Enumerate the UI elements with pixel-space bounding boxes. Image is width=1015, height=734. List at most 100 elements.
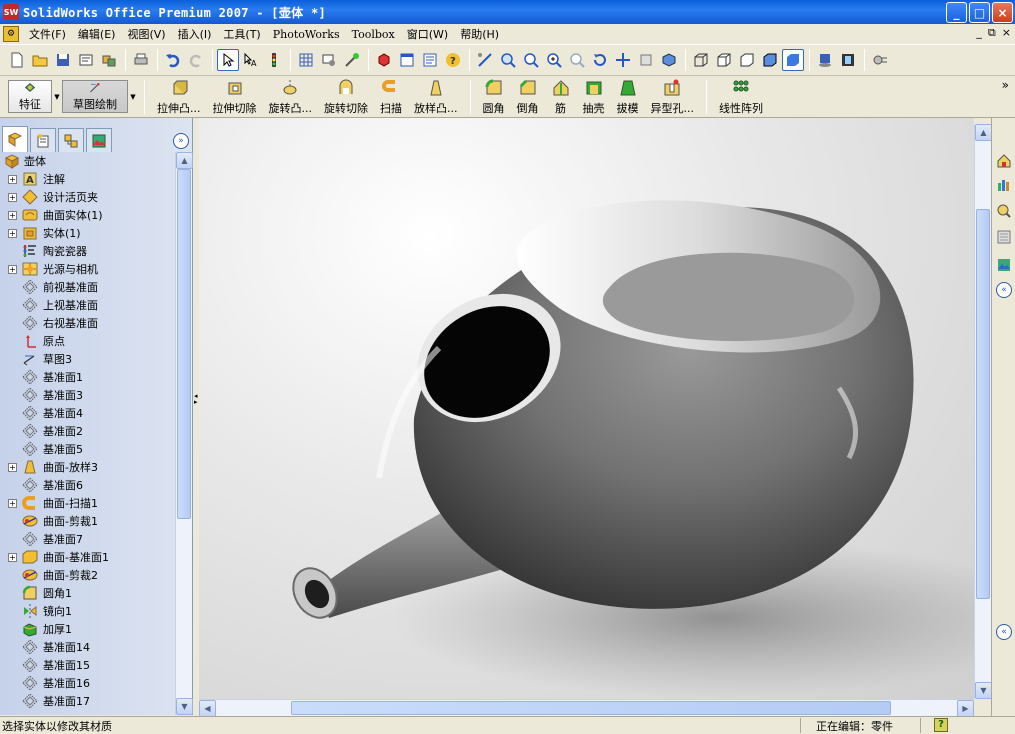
zoom-area-icon[interactable]	[520, 49, 542, 71]
rib-button[interactable]: 筋	[545, 76, 577, 117]
zoom-in-out-icon[interactable]	[543, 49, 565, 71]
wireframe-icon[interactable]	[690, 49, 712, 71]
tree-item[interactable]: 曲面-剪裁2	[0, 566, 175, 584]
tab-features[interactable]: 特征	[8, 80, 52, 113]
new-icon[interactable]	[6, 49, 28, 71]
maximize-button[interactable]: □	[969, 2, 990, 23]
shaded-with-edges-icon[interactable]	[759, 49, 781, 71]
task-pane-collapse-bottom-button[interactable]: «	[996, 624, 1012, 640]
select-other-icon[interactable]: A	[240, 49, 262, 71]
tab-sketch[interactable]: 草图绘制	[62, 80, 128, 113]
menu-insert[interactable]: 插入(I)	[172, 26, 218, 42]
chamfer-button[interactable]: 倒角	[511, 76, 545, 117]
minimize-button[interactable]: _	[946, 2, 967, 23]
tree-item[interactable]: 基准面3	[0, 386, 175, 404]
features-dropdown[interactable]: ▼	[52, 76, 62, 117]
grid-icon[interactable]	[295, 49, 317, 71]
viewport-scroll-right-button[interactable]: ▶	[957, 700, 974, 717]
teapot-model[interactable]	[199, 118, 974, 699]
tree-item[interactable]: 右视基准面	[0, 314, 175, 332]
viewport-scroll-up-button[interactable]: ▲	[975, 124, 992, 141]
tree-expand-icon[interactable]: +	[8, 264, 17, 274]
tree-item[interactable]: + 曲面-扫描1	[0, 494, 175, 512]
tree-item[interactable]: 陶瓷瓷器	[0, 242, 175, 260]
tree-expand-icon[interactable]: +	[8, 462, 17, 472]
view-palette-icon[interactable]	[995, 256, 1013, 274]
close-button[interactable]: ×	[992, 2, 1013, 23]
rebuild-icon[interactable]	[263, 49, 285, 71]
tab-photoworks-manager[interactable]	[86, 128, 112, 152]
doc-restore-button[interactable]: ⧉	[988, 26, 996, 40]
tree-item[interactable]: 加厚1	[0, 620, 175, 638]
extruded-cut-button[interactable]: 拉伸切除	[207, 76, 263, 117]
viewport-scroll-down-button[interactable]: ▼	[975, 682, 992, 699]
revolved-boss-button[interactable]: 旋转凸...	[263, 76, 319, 117]
tree-item[interactable]: 基准面17	[0, 692, 175, 710]
tab-propertymanager[interactable]	[30, 128, 56, 152]
options-icon[interactable]	[318, 49, 340, 71]
properties-icon[interactable]	[419, 49, 441, 71]
menu-toolbox[interactable]: Toolbox	[346, 28, 401, 41]
fillet-button[interactable]: 圆角	[477, 76, 511, 117]
print-icon[interactable]	[130, 49, 152, 71]
customize-icon[interactable]	[341, 49, 363, 71]
title-bar[interactable]: SW SolidWorks Office Premium 2007 - [壶体 …	[0, 0, 1015, 24]
tree-item[interactable]: + A 注解	[0, 170, 175, 188]
loft-button[interactable]: 放样凸...	[408, 76, 464, 117]
tree-item[interactable]: 曲面-剪裁1	[0, 512, 175, 530]
tree-item[interactable]: 镜向1	[0, 602, 175, 620]
undo-icon[interactable]	[162, 49, 184, 71]
zoom-selection-icon[interactable]	[566, 49, 588, 71]
extruded-boss-button[interactable]: 拉伸凸...	[151, 76, 207, 117]
menu-edit[interactable]: 编辑(E)	[72, 26, 122, 42]
tree-item[interactable]: 基准面16	[0, 674, 175, 692]
appearance-icon[interactable]	[373, 49, 395, 71]
panel-collapse-button[interactable]: »	[173, 133, 189, 149]
tree-item[interactable]: 基准面5	[0, 440, 175, 458]
menu-help[interactable]: 帮助(H)	[454, 26, 505, 42]
select-icon[interactable]	[217, 49, 239, 71]
document-icon[interactable]: ⚙	[3, 26, 19, 42]
tree-expand-icon[interactable]: +	[8, 210, 17, 220]
doc-minimize-button[interactable]: _	[976, 26, 982, 40]
toolbox-icon[interactable]	[869, 49, 891, 71]
tree-item[interactable]: 基准面7	[0, 530, 175, 548]
tree-item[interactable]: 前视基准面	[0, 278, 175, 296]
tree-item[interactable]: + 曲面-放样3	[0, 458, 175, 476]
save-icon[interactable]	[52, 49, 74, 71]
section-view-icon[interactable]	[635, 49, 657, 71]
tree-expand-icon[interactable]: +	[8, 228, 17, 238]
tree-expand-icon[interactable]: +	[8, 174, 17, 184]
make-assembly-icon[interactable]	[98, 49, 120, 71]
tree-item[interactable]: 上视基准面	[0, 296, 175, 314]
tree-item[interactable]: 草图3	[0, 350, 175, 368]
task-pane-collapse-top-button[interactable]: «	[996, 282, 1012, 298]
linear-pattern-button[interactable]: 线性阵列	[713, 76, 769, 117]
tree-expand-icon[interactable]: +	[8, 498, 17, 508]
tree-item[interactable]: 基准面6	[0, 476, 175, 494]
viewport-horizontal-scrollbar[interactable]: ◀ ▶	[199, 699, 974, 717]
tree-item[interactable]: 圆角1	[0, 584, 175, 602]
tree-item[interactable]: + 光源与相机	[0, 260, 175, 278]
tree-scrollbar[interactable]: ▲ ▼	[175, 152, 193, 715]
draft-button[interactable]: 拔模	[611, 76, 645, 117]
menu-view[interactable]: 视图(V)	[121, 26, 171, 42]
tree-item[interactable]: 基准面14	[0, 638, 175, 656]
rotate-view-icon[interactable]	[589, 49, 611, 71]
menu-tools[interactable]: 工具(T)	[217, 26, 266, 42]
tree-item[interactable]: 基准面4	[0, 404, 175, 422]
pan-icon[interactable]	[612, 49, 634, 71]
solidworks-resources-icon[interactable]	[995, 152, 1013, 170]
tree-root[interactable]: 壶体	[0, 152, 175, 170]
tree-expand-icon[interactable]: +	[8, 552, 17, 562]
hidden-lines-removed-icon[interactable]	[736, 49, 758, 71]
command-overflow[interactable]: »	[1002, 78, 1009, 92]
menu-photoworks[interactable]: PhotoWorks	[267, 28, 346, 41]
revolved-cut-button[interactable]: 旋转切除	[318, 76, 374, 117]
menu-window[interactable]: 窗口(W)	[401, 26, 454, 42]
tree-item[interactable]: 基准面2	[0, 422, 175, 440]
hidden-lines-visible-icon[interactable]	[713, 49, 735, 71]
viewport-vertical-scrollbar[interactable]: ▲ ▼	[974, 124, 992, 699]
tree-scroll-thumb[interactable]	[177, 169, 191, 519]
shadows-icon[interactable]	[814, 49, 836, 71]
